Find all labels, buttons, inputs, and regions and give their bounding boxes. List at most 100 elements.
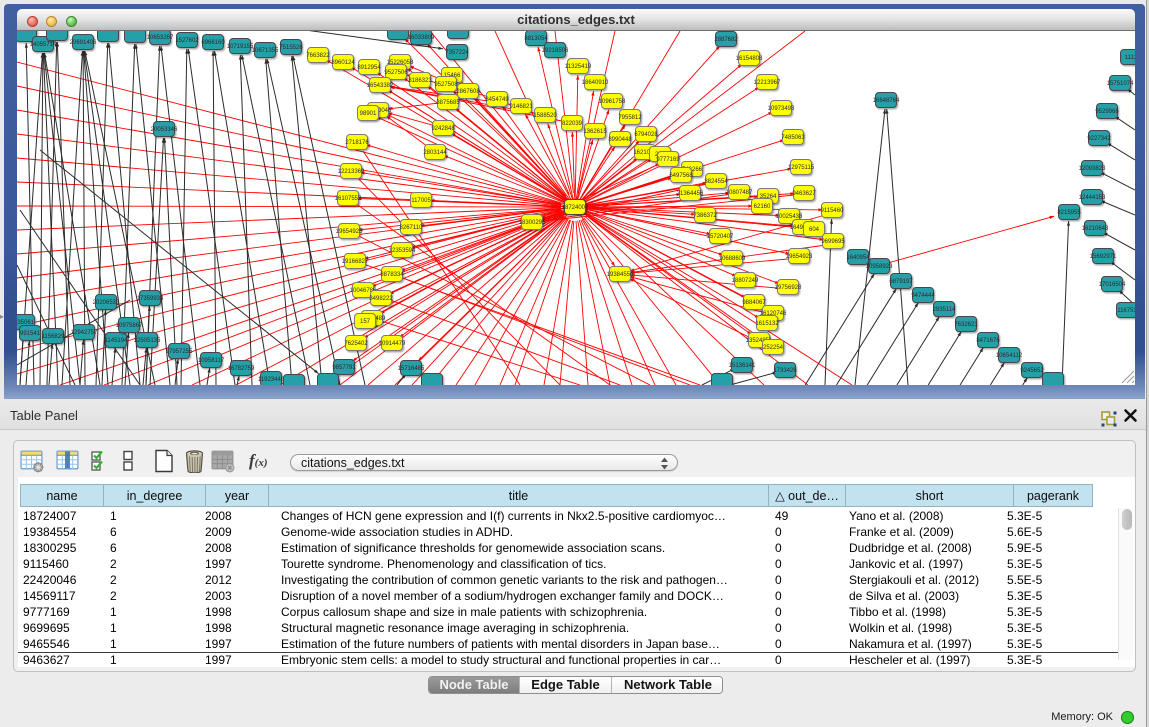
svg-text:7955812: 7955812 (618, 115, 642, 121)
svg-text:10914479: 10914479 (379, 341, 406, 347)
svg-text:8960124: 8960124 (331, 60, 355, 66)
svg-text:6966160: 6966160 (201, 40, 225, 46)
svg-text:8471676: 8471676 (976, 338, 1000, 344)
svg-text:1112: 1112 (1125, 55, 1135, 61)
svg-text:15716485: 15716485 (398, 366, 425, 372)
svg-text:19166827: 19166827 (342, 259, 369, 265)
svg-text:15751074: 15751074 (1107, 81, 1134, 87)
svg-text:18640910: 18640910 (582, 80, 609, 86)
svg-text:8215955: 8215955 (1057, 210, 1081, 216)
svg-text:8454749: 8454749 (485, 97, 509, 103)
svg-text:21364456: 21364456 (677, 191, 704, 197)
svg-text:19756928: 19756928 (775, 285, 802, 291)
svg-text:19384554: 19384554 (607, 272, 634, 278)
svg-text:8990448: 8990448 (608, 137, 632, 143)
svg-text:12942757: 12942757 (71, 330, 98, 336)
svg-text:16033809: 16033809 (408, 35, 435, 41)
svg-text:10958117: 10958117 (198, 358, 225, 364)
svg-text:1733426: 1733426 (773, 368, 797, 374)
svg-text:20206533: 20206533 (93, 300, 120, 306)
svg-text:252254: 252254 (763, 345, 784, 351)
svg-text:15136141: 15136141 (729, 363, 756, 369)
svg-text:7632621: 7632621 (954, 322, 978, 328)
svg-text:9527506: 9527506 (384, 70, 408, 76)
svg-text:1640954: 1640954 (846, 255, 870, 261)
svg-text:8267110: 8267110 (400, 225, 424, 231)
svg-text:7386372: 7386372 (693, 213, 717, 219)
svg-text:604: 604 (809, 227, 820, 233)
svg-text:822039: 822039 (562, 121, 583, 127)
svg-text:14055714: 14055714 (30, 42, 57, 48)
svg-text:10807487: 10807487 (726, 190, 753, 196)
svg-text:2803144: 2803144 (423, 150, 447, 156)
svg-text:16107552: 16107552 (335, 196, 362, 202)
svg-text:2935114: 2935114 (933, 307, 957, 313)
svg-text:9777169: 9777169 (656, 157, 680, 163)
svg-text:9529966: 9529966 (1095, 109, 1119, 115)
svg-text:9857791: 9857791 (332, 365, 356, 371)
svg-text:9463627: 9463627 (792, 191, 816, 197)
svg-text:1588520: 1588520 (533, 113, 557, 119)
svg-text:16154808: 16154808 (736, 56, 763, 62)
svg-text:16543382: 16543382 (367, 83, 394, 89)
svg-text:1362615: 1362615 (583, 129, 607, 135)
svg-text:19654923: 19654923 (786, 254, 813, 260)
svg-text:16782759: 16782759 (228, 366, 255, 372)
svg-text:1156829: 1156829 (42, 334, 66, 340)
svg-text:12093823: 12093823 (1079, 166, 1106, 172)
svg-text:9227342: 9227342 (1087, 136, 1111, 142)
svg-text:17359934: 17359934 (137, 296, 164, 302)
svg-text:10961758: 10961758 (599, 99, 626, 105)
svg-text:15720407: 15720407 (707, 234, 734, 240)
svg-text:1145194: 1145194 (105, 338, 129, 344)
svg-text:12213967: 12213967 (754, 80, 781, 86)
svg-text:9242848: 9242848 (431, 126, 455, 132)
svg-text:9699695: 9699695 (821, 239, 845, 245)
svg-text:10653267: 10653267 (147, 35, 174, 41)
svg-text:8186323: 8186323 (408, 78, 432, 84)
svg-text:16210643: 16210643 (1082, 226, 1109, 232)
svg-text:1615132: 1615132 (755, 321, 779, 327)
svg-text:12444153: 12444153 (1079, 195, 1106, 201)
svg-text:7485063: 7485063 (781, 135, 805, 141)
svg-text:8912954: 8912954 (357, 65, 381, 71)
svg-text:2867608: 2867608 (456, 89, 480, 95)
svg-text:10958923: 10958923 (866, 264, 893, 270)
svg-text:6497568: 6497568 (669, 173, 693, 179)
svg-text:18807249: 18807249 (732, 278, 759, 284)
svg-text:7625402: 7625402 (344, 341, 368, 347)
svg-text:19218506: 19218506 (542, 48, 569, 54)
svg-text:7663822: 7663822 (306, 53, 330, 59)
svg-text:10719155: 10719155 (227, 44, 254, 50)
svg-text:3824554: 3824554 (704, 179, 728, 185)
svg-text:18300295: 18300295 (519, 220, 546, 226)
svg-text:11325419: 11325419 (565, 64, 592, 70)
svg-text:7357224: 7357224 (445, 50, 469, 56)
svg-text:16648764: 16648764 (873, 98, 900, 104)
svg-text:20691406: 20691406 (70, 40, 97, 46)
svg-text:2887682: 2887682 (714, 37, 738, 43)
svg-text:12353594: 12353594 (389, 248, 416, 254)
svg-text:7515526: 7515526 (279, 45, 303, 51)
svg-text:8878334: 8878334 (380, 272, 404, 278)
svg-text:20053346: 20053346 (151, 127, 178, 133)
svg-text:3875685: 3875685 (436, 100, 460, 106)
svg-text:17016504: 17016504 (1099, 282, 1126, 288)
svg-text:8813054: 8813054 (524, 36, 548, 42)
svg-text:62160: 62160 (754, 204, 771, 210)
svg-text:2718176: 2718176 (345, 140, 369, 146)
svg-text:10973493: 10973493 (768, 106, 795, 112)
svg-text:17957255: 17957255 (166, 349, 193, 355)
svg-text:11923446: 11923446 (258, 377, 285, 383)
svg-text:15692971: 15692971 (1090, 254, 1117, 260)
svg-text:9115460: 9115460 (821, 208, 845, 214)
svg-text:6879197: 6879197 (889, 279, 913, 285)
svg-text:6794028: 6794028 (634, 132, 658, 138)
svg-text:1527602: 1527602 (175, 38, 199, 44)
svg-text:10671355: 10671355 (252, 48, 279, 54)
svg-text:12975115: 12975115 (788, 165, 815, 171)
svg-text:9245652: 9245652 (1020, 368, 1044, 374)
svg-text:116753: 116753 (1117, 308, 1135, 314)
svg-text:12213369: 12213369 (338, 169, 365, 175)
svg-text:157: 157 (360, 319, 371, 325)
